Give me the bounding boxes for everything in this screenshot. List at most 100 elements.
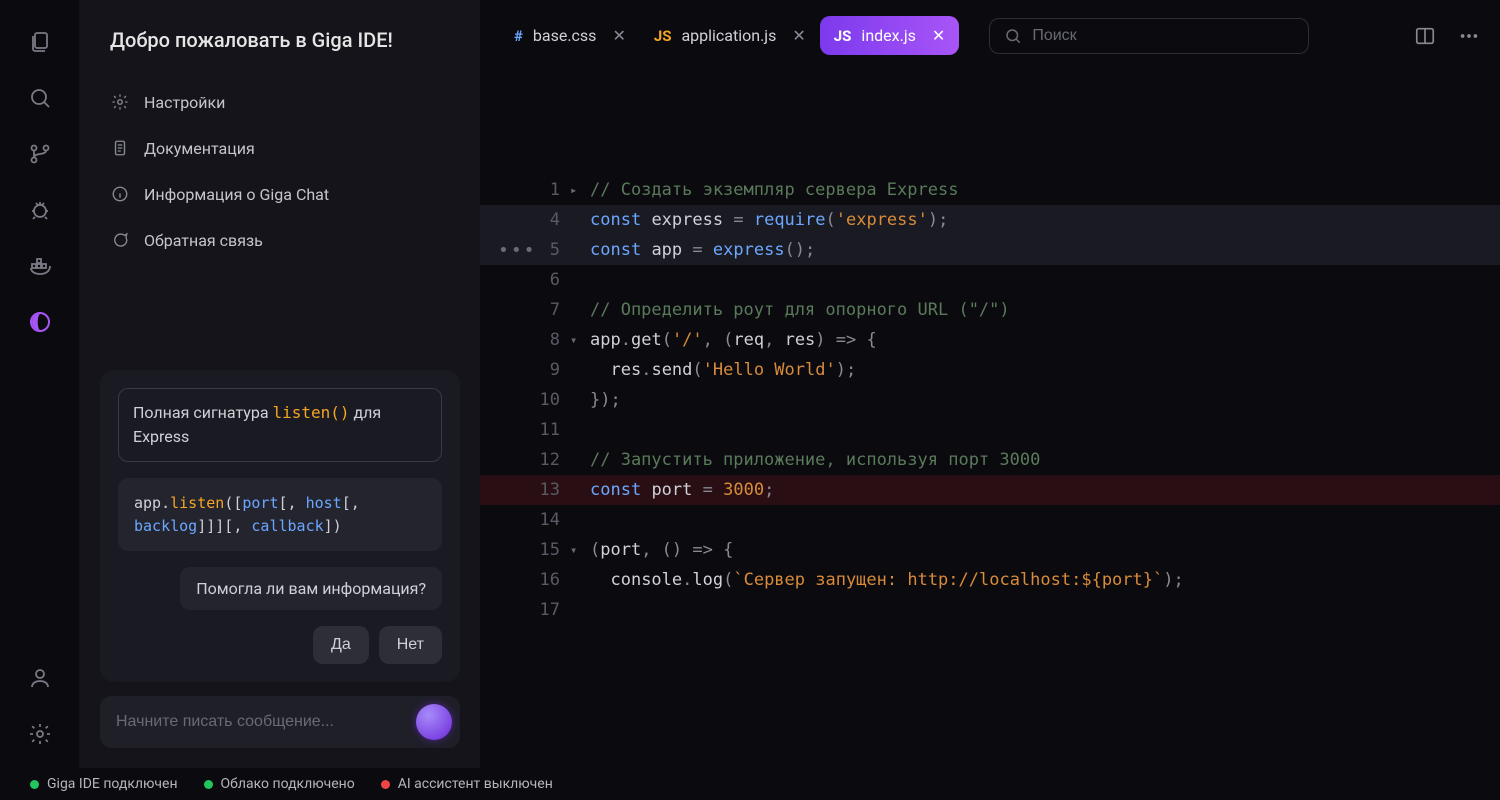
status-bar: Giga IDE подключен Облако подключено AI ас… [0, 768, 1500, 800]
code-line[interactable]: 4const express = require('express'); [480, 205, 1500, 235]
status-item: AI ассистент выключен [381, 776, 553, 792]
line-number: 6 [480, 270, 570, 290]
split-editor-icon[interactable] [1414, 25, 1436, 47]
docker-icon[interactable] [26, 252, 54, 280]
line-number: 17 [480, 600, 570, 620]
search-icon [1004, 27, 1022, 45]
side-menu: Настройки Документация Информация о Giga… [80, 80, 480, 262]
line-number: 4 [480, 210, 570, 230]
js-file-icon: JS [834, 27, 852, 45]
code-line[interactable]: 7 // Определить роут для опорного URL ("/… [480, 295, 1500, 325]
line-number: 13 [480, 480, 570, 500]
tab-label: base.css [533, 26, 597, 45]
user-icon[interactable] [26, 664, 54, 692]
tab-index-js[interactable]: JSindex.js✕ [820, 16, 960, 55]
close-icon[interactable]: ✕ [932, 26, 945, 45]
ai-assistant-icon[interactable] [26, 308, 54, 336]
chat-bubble-icon [110, 230, 130, 250]
line-number: 14 [480, 510, 570, 530]
code-content: // Запустить приложение, используя порт … [590, 450, 1040, 470]
welcome-title: Добро пожаловать в Giga IDE! [80, 28, 480, 80]
status-label: Giga IDE подключен [47, 776, 178, 792]
status-label: Облако подключено [221, 776, 355, 792]
git-branch-icon[interactable] [26, 140, 54, 168]
line-number: 11 [480, 420, 570, 440]
chat-send-button[interactable] [416, 704, 452, 740]
main-area: #base.css✕JSapplication.js✕JSindex.js✕ 1… [480, 0, 1500, 768]
code-content: res.send('Hello World'); [590, 360, 856, 380]
code-editor[interactable]: 1▸// Создать экземпляр сервера Express4c… [480, 55, 1500, 768]
sidebar-item-settings[interactable]: Настройки [98, 80, 462, 124]
ellipsis-icon[interactable]: ••• [498, 240, 537, 261]
document-icon [110, 138, 130, 158]
code-line[interactable]: 13 const port = 3000; [480, 475, 1500, 505]
sidebar-item-feedback[interactable]: Обратная связь [98, 218, 462, 262]
chat-card: Полная сигнатура listen() для Express ap… [100, 370, 460, 682]
chat-input-row [100, 696, 460, 748]
chat-user-question: Полная сигнатура listen() для Express [118, 388, 442, 462]
status-dot-icon [381, 780, 390, 789]
code-content: // Создать экземпляр сервера Express [590, 180, 958, 200]
line-number: 10 [480, 390, 570, 410]
chat-followup-question: Помогла ли вам информация? [180, 567, 442, 610]
info-icon [110, 184, 130, 204]
code-content: }); [590, 390, 621, 410]
code-line[interactable]: 15▾(port, () => { [480, 535, 1500, 565]
fold-icon[interactable]: ▾ [570, 543, 590, 557]
files-icon[interactable] [26, 28, 54, 56]
tab-label: application.js [681, 26, 776, 45]
code-content: console.log(`Сервер запущен: http://loca… [590, 570, 1184, 590]
line-number: 12 [480, 450, 570, 470]
code-line[interactable]: 9 res.send('Hello World'); [480, 355, 1500, 385]
tab-base-css[interactable]: #base.css✕ [500, 16, 640, 55]
code-content: // Определить роут для опорного URL ("/"… [590, 300, 1010, 320]
sidebar-item-docs[interactable]: Документация [98, 126, 462, 170]
chat-yes-button[interactable]: Да [313, 626, 369, 664]
code-content: (port, () => { [590, 540, 733, 560]
code-line[interactable]: 14 [480, 505, 1500, 535]
search-input[interactable] [1032, 27, 1294, 45]
code-line[interactable]: 11 [480, 415, 1500, 445]
code-line[interactable]: 17 [480, 595, 1500, 625]
bug-icon[interactable] [26, 196, 54, 224]
fold-icon[interactable]: ▾ [570, 333, 590, 347]
code-line[interactable]: 1▸// Создать экземпляр сервера Express [480, 175, 1500, 205]
js-file-icon: JS [654, 27, 672, 45]
code-line[interactable]: 6 [480, 265, 1500, 295]
chat-code-answer: app.listen([port[, host[, backlog]]][, c… [118, 478, 442, 551]
code-line[interactable]: •••5const app = express(); [480, 235, 1500, 265]
line-number: 16 [480, 570, 570, 590]
line-number: 15 [480, 540, 570, 560]
code-line[interactable]: 8▾app.get('/', (req, res) => { [480, 325, 1500, 355]
code-line[interactable]: 10}); [480, 385, 1500, 415]
side-panel: Добро пожаловать в Giga IDE! Настройки Д… [80, 0, 480, 768]
line-number: 7 [480, 300, 570, 320]
close-icon[interactable]: ✕ [792, 26, 805, 45]
fold-icon[interactable]: ▸ [570, 183, 590, 197]
search-box[interactable] [989, 18, 1309, 54]
editor-tabs: #base.css✕JSapplication.js✕JSindex.js✕ [500, 16, 959, 55]
status-item: Giga IDE подключен [30, 776, 178, 792]
status-item: Облако подключено [204, 776, 355, 792]
chat-no-button[interactable]: Нет [379, 626, 442, 664]
gear-icon [110, 92, 130, 112]
activity-bar [0, 0, 80, 768]
tab-application-js[interactable]: JS application.js ✕ [640, 16, 820, 55]
status-dot-icon [30, 780, 39, 789]
sidebar-item-gigachat-info[interactable]: Информация о Giga Chat [98, 172, 462, 216]
code-content: const port = 3000; [590, 480, 774, 500]
line-number: 8 [480, 330, 570, 350]
status-dot-icon [204, 780, 213, 789]
chat-input[interactable] [116, 713, 406, 731]
top-bar: #base.css✕JSapplication.js✕JSindex.js✕ [480, 0, 1500, 55]
gear-icon[interactable] [26, 720, 54, 748]
code-line[interactable]: 12 // Запустить приложение, используя пор… [480, 445, 1500, 475]
code-line[interactable]: 16 console.log(`Сервер запущен: http://l… [480, 565, 1500, 595]
sidebar-item-label: Настройки [144, 93, 225, 112]
status-label: AI ассистент выключен [398, 776, 553, 792]
close-icon[interactable]: ✕ [612, 26, 625, 45]
code-content: app.get('/', (req, res) => { [590, 330, 877, 350]
search-icon[interactable] [26, 84, 54, 112]
more-icon[interactable] [1458, 25, 1480, 47]
sidebar-item-label: Информация о Giga Chat [144, 185, 329, 204]
